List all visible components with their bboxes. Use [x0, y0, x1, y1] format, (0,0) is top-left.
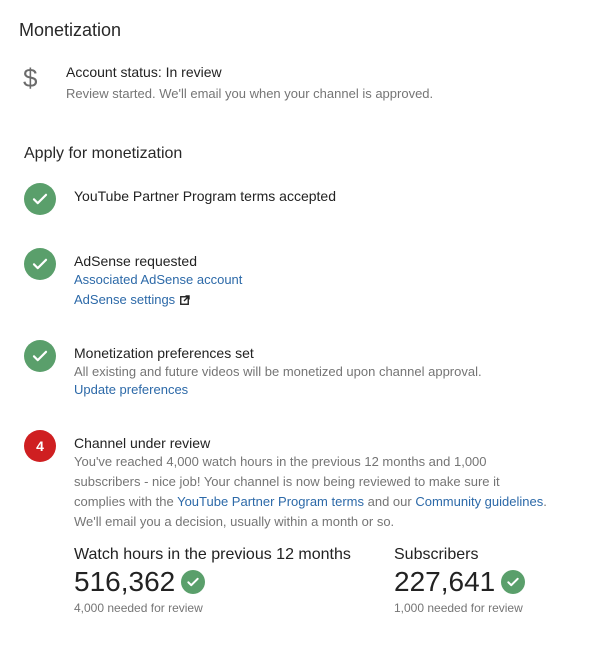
external-link-icon [180, 294, 190, 305]
check-circle-icon [24, 340, 56, 372]
step-number-badge: 4 [24, 430, 56, 462]
watch-hours-note: 4,000 needed for review [74, 601, 203, 615]
watch-hours-label: Watch hours in the previous 12 months [74, 546, 351, 563]
check-circle-icon [501, 570, 526, 594]
subscribers-note: 1,000 needed for review [394, 601, 523, 615]
section-title: Apply for monetization [24, 145, 183, 162]
check-circle-icon [24, 183, 56, 215]
step-terms-title: YouTube Partner Program terms accepted [74, 188, 336, 204]
check-circle-icon [181, 570, 206, 594]
partner-program-terms-link[interactable]: YouTube Partner Program terms [177, 494, 364, 509]
associated-adsense-link[interactable]: Associated AdSense account [74, 272, 242, 287]
description-line: complies with the YouTube Partner Progra… [74, 492, 547, 512]
subscribers-value-row: 227,641 [394, 566, 526, 598]
step-review-title: Channel under review [74, 435, 211, 451]
account-status: Account status: In review [66, 64, 222, 80]
step-adsense-title: AdSense requested [74, 253, 197, 269]
account-status-message: Review started. We'll email you when you… [66, 86, 434, 101]
description-text: complies with the [74, 494, 178, 509]
watch-hours-metric: Watch hours in the previous 12 months 51… [74, 546, 351, 615]
subscribers-label: Subscribers [394, 546, 479, 563]
description-line: You've reached 4,000 watch hours in the … [74, 454, 487, 469]
adsense-settings-link[interactable]: AdSense settings [74, 292, 190, 307]
page-title: Monetization [19, 20, 122, 40]
watch-hours-value-row: 516,362 [74, 566, 351, 598]
subscribers-value: 227,641 [394, 566, 496, 597]
step-preferences-title: Monetization preferences set [74, 345, 254, 361]
step-review-description: You've reached 4,000 watch hours in the … [74, 452, 547, 532]
update-preferences-link[interactable]: Update preferences [74, 382, 188, 397]
check-circle-icon [24, 248, 56, 280]
dollar-icon: $ [23, 63, 38, 93]
description-text: . [543, 494, 547, 509]
description-text: and our [364, 494, 416, 509]
description-line: subscribers - nice job! Your channel is … [74, 474, 500, 489]
adsense-settings-label: AdSense settings [74, 292, 176, 307]
subscribers-metric: Subscribers 227,641 1,000 needed for rev… [394, 546, 526, 615]
step-preferences-description: All existing and future videos will be m… [74, 364, 482, 379]
watch-hours-value: 516,362 [74, 566, 176, 597]
community-guidelines-link[interactable]: Community guidelines [415, 494, 543, 509]
description-line: We'll email you a decision, usually with… [74, 514, 395, 529]
